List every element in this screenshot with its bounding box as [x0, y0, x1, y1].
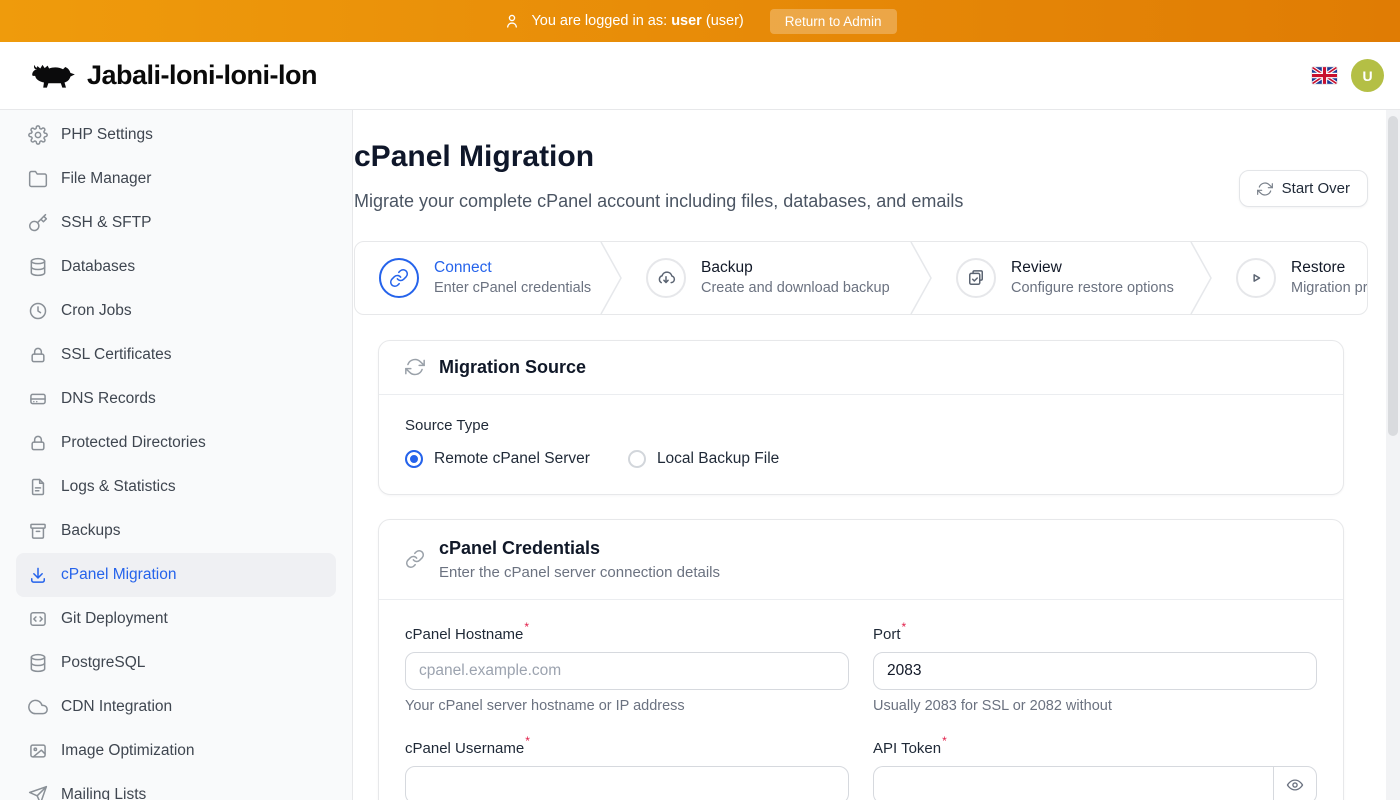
radio-icon: [628, 450, 646, 468]
radio-icon: [405, 450, 423, 468]
sidebar-item-dns-records[interactable]: DNS Records: [16, 377, 336, 421]
migration-source-card: Migration Source Source Type Remote cPan…: [378, 340, 1344, 495]
sidebar-item-git-deployment[interactable]: Git Deployment: [16, 597, 336, 641]
cpanel-hostname-input[interactable]: [405, 652, 849, 690]
step-restore[interactable]: Restore Migration progress: [1212, 242, 1367, 314]
sidebar-item-php-settings[interactable]: PHP Settings: [16, 113, 336, 157]
cpanel-credentials-card: cPanel Credentials Enter the cPanel serv…: [378, 519, 1344, 800]
credentials-card-subtitle: Enter the cPanel server connection detai…: [439, 564, 720, 581]
archive-icon: [28, 521, 48, 541]
required-marker: *: [902, 620, 907, 634]
field-cpanel-username: cPanel Username*: [405, 736, 849, 800]
admin-topbar: You are logged in as: user (user) Return…: [0, 0, 1400, 42]
language-flag-icon[interactable]: [1312, 67, 1337, 84]
api-token-input[interactable]: [873, 766, 1273, 800]
cpanel-username-input[interactable]: [405, 766, 849, 800]
login-role: (user): [706, 13, 744, 29]
field-help-text: Your cPanel server hostname or IP addres…: [405, 698, 849, 714]
return-to-admin-button[interactable]: Return to Admin: [770, 9, 897, 34]
vertical-scrollbar: [1386, 110, 1400, 800]
key-icon: [28, 213, 48, 233]
credentials-card-title: cPanel Credentials: [439, 538, 720, 559]
sidebar-item-logs-statistics[interactable]: Logs & Statistics: [16, 465, 336, 509]
refresh-icon: [1257, 181, 1273, 197]
page-title: cPanel Migration: [354, 140, 963, 174]
field-api-token: API Token*: [873, 736, 1317, 800]
scrollbar-thumb[interactable]: [1388, 116, 1398, 436]
step-backup[interactable]: Backup Create and download backup: [622, 242, 932, 314]
refresh-icon: [405, 357, 425, 377]
sidebar-item-postgresql[interactable]: PostgreSQL: [16, 641, 336, 685]
required-marker: *: [525, 734, 530, 748]
file-icon: [28, 477, 48, 497]
cloud-download-icon: [656, 268, 676, 288]
sidebar-item-mailing-lists[interactable]: Mailing Lists: [16, 773, 336, 800]
sidebar-item-ssl-certificates[interactable]: SSL Certificates: [16, 333, 336, 377]
migration-steps: Connect Enter cPanel credentials Backup …: [354, 241, 1368, 315]
login-status-text: You are logged in as: user (user): [531, 13, 743, 29]
sidebar-item-cdn-integration[interactable]: CDN Integration: [16, 685, 336, 729]
login-username: user: [671, 13, 702, 29]
clipboard-check-icon: [966, 268, 986, 288]
page-subtitle: Migrate your complete cPanel account inc…: [354, 188, 963, 216]
start-over-button[interactable]: Start Over: [1239, 170, 1368, 207]
step-separator-icon: [600, 242, 622, 314]
code-icon: [28, 609, 48, 629]
server-icon: [28, 389, 48, 409]
header-actions: U: [1312, 59, 1384, 92]
app-name: Jabali-loni-loni-lon: [87, 60, 317, 91]
source-card-title: Migration Source: [439, 357, 586, 378]
sidebar-item-cpanel-migration[interactable]: cPanel Migration: [16, 553, 336, 597]
clock-icon: [28, 301, 48, 321]
database-icon: [28, 653, 48, 673]
user-icon: [503, 12, 521, 30]
field-cpanel-hostname: cPanel Hostname* Your cPanel server host…: [405, 622, 849, 714]
play-icon: [1246, 268, 1266, 288]
main-content: cPanel Migration Migrate your complete c…: [353, 110, 1400, 800]
link-icon: [389, 268, 409, 288]
gear-icon: [28, 125, 48, 145]
toggle-visibility-button[interactable]: [1273, 766, 1317, 800]
credentials-form: cPanel Hostname* Your cPanel server host…: [405, 622, 1317, 800]
sidebar-item-protected-directories[interactable]: Protected Directories: [16, 421, 336, 465]
step-review[interactable]: Review Configure restore options: [932, 242, 1212, 314]
user-avatar[interactable]: U: [1351, 59, 1384, 92]
lock-icon: [28, 433, 48, 453]
sidebar-item-cron-jobs[interactable]: Cron Jobs: [16, 289, 336, 333]
source-type-options: Remote cPanel Server Local Backup File: [405, 450, 1317, 468]
eye-icon: [1286, 776, 1304, 794]
sidebar-item-image-optimization[interactable]: Image Optimization: [16, 729, 336, 773]
step-separator-icon: [1190, 242, 1212, 314]
field-port: Port* Usually 2083 for SSL or 2082 witho…: [873, 622, 1317, 714]
field-help-text: Usually 2083 for SSL or 2082 without: [873, 698, 1317, 714]
download-icon: [28, 565, 48, 585]
sidebar-item-file-manager[interactable]: File Manager: [16, 157, 336, 201]
main-layout: PHP Settings File Manager SSH & SFTP Dat…: [0, 110, 1400, 800]
database-icon: [28, 257, 48, 277]
brand-logo[interactable]: Jabali-loni-loni-lon: [30, 59, 317, 92]
link-icon: [405, 549, 425, 569]
step-connect[interactable]: Connect Enter cPanel credentials: [355, 242, 622, 314]
lock-icon: [28, 345, 48, 365]
page-header: cPanel Migration Migrate your complete c…: [354, 140, 1368, 216]
step-separator-icon: [910, 242, 932, 314]
sidebar-item-backups[interactable]: Backups: [16, 509, 336, 553]
cloud-icon: [28, 697, 48, 717]
required-marker: *: [942, 734, 947, 748]
send-icon: [28, 785, 48, 800]
sidebar-item-databases[interactable]: Databases: [16, 245, 336, 289]
radio-local-backup-file[interactable]: Local Backup File: [628, 450, 779, 468]
source-type-label: Source Type: [405, 417, 1317, 434]
folder-icon: [28, 169, 48, 189]
app-header: Jabali-loni-loni-lon U: [0, 42, 1400, 110]
sidebar-nav: PHP Settings File Manager SSH & SFTP Dat…: [0, 110, 353, 800]
sidebar-item-ssh-sftp[interactable]: SSH & SFTP: [16, 201, 336, 245]
image-icon: [28, 741, 48, 761]
boar-logo-icon: [30, 59, 77, 92]
required-marker: *: [524, 620, 529, 634]
radio-remote-cpanel-server[interactable]: Remote cPanel Server: [405, 450, 590, 468]
port-input[interactable]: [873, 652, 1317, 690]
